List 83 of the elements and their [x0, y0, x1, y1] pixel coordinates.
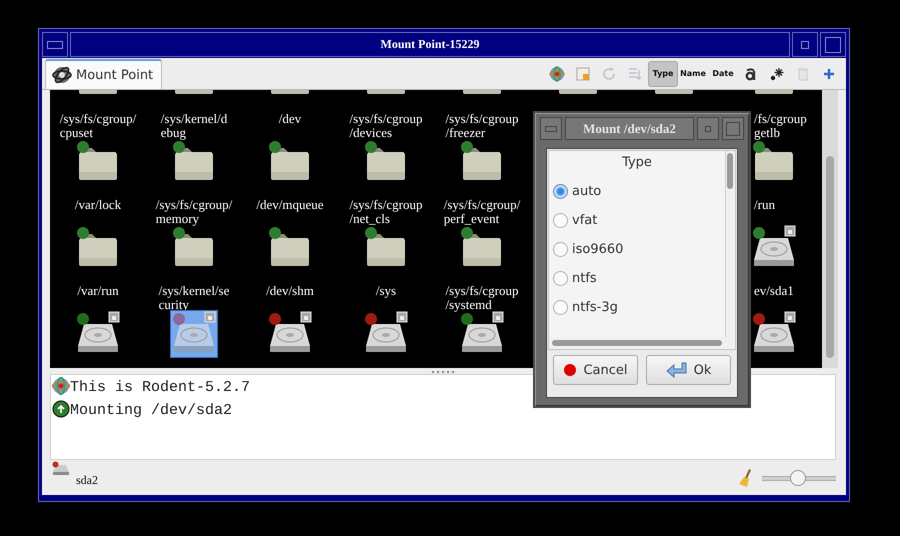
file-label: /sys — [376, 284, 396, 298]
window-menu-button[interactable] — [540, 117, 562, 140]
radio-button[interactable] — [553, 213, 568, 228]
maximize-button[interactable] — [820, 32, 846, 57]
window-menu-icon — [545, 126, 557, 132]
scrollbar-thumb[interactable] — [826, 156, 834, 358]
disk-icon[interactable] — [78, 312, 120, 352]
folder-icon[interactable] — [463, 234, 501, 266]
tab[interactable]: Mount Point — [45, 59, 162, 89]
window-menu-icon — [47, 40, 63, 48]
minimize-icon — [801, 40, 809, 48]
slider-thumb[interactable] — [790, 470, 806, 486]
file-label: /sys/fs/cgroup /net_cls — [350, 198, 422, 226]
window-title: Mount Point-15229 — [70, 32, 790, 57]
sparkle-icon[interactable] — [769, 66, 785, 82]
log-message: This is Rodent-5.2.7 — [70, 379, 250, 397]
file-label: /sys/kernel/se curity — [158, 284, 230, 312]
disk-icon[interactable] — [754, 226, 796, 266]
disk-icon[interactable] — [754, 312, 796, 352]
radio-button[interactable] — [553, 271, 568, 286]
minimize-button[interactable] — [792, 32, 818, 57]
sort-button[interactable]: Date — [708, 60, 738, 86]
cancel-button[interactable]: Cancel — [553, 355, 638, 385]
option-label: vfat — [572, 213, 598, 228]
folder-icon[interactable] — [271, 148, 309, 180]
folder-icon[interactable] — [271, 234, 309, 266]
folder-icon[interactable] — [79, 148, 117, 180]
file-label: /sys/fs/cgroup /freezer — [446, 112, 518, 140]
radio-button[interactable] — [553, 300, 568, 315]
file-label: ev/sda1 — [754, 284, 794, 298]
window-menu-button[interactable] — [42, 32, 68, 57]
device-name: sda2 — [76, 473, 98, 488]
folder-icon[interactable] — [79, 234, 117, 266]
disk-icon[interactable] — [270, 312, 312, 352]
mount-point-icon — [52, 65, 72, 85]
note-icon[interactable] — [575, 66, 591, 82]
splitter-handle[interactable] — [432, 371, 456, 374]
folder-icon[interactable] — [755, 148, 793, 180]
stop-icon — [563, 363, 578, 377]
list-header: Type — [621, 154, 653, 172]
radio-button[interactable] — [553, 184, 568, 199]
folder-icon[interactable] — [367, 148, 405, 180]
file-label: /dev/mqueue — [256, 198, 324, 212]
dialog-title: Mount /dev/sda2 — [565, 117, 694, 140]
option-label: auto — [572, 184, 602, 199]
minimize-icon — [705, 126, 711, 132]
log-message: Mounting /dev/sda2 — [70, 402, 232, 420]
maximize-icon — [726, 122, 740, 136]
file-label: /sys/kernel/d ebug — [160, 112, 228, 140]
folder-icon[interactable] — [463, 148, 501, 180]
folder-icon[interactable] — [175, 234, 213, 266]
sort-button[interactable]: Type — [648, 60, 678, 86]
return-arrow-icon — [666, 361, 688, 379]
file-label: /fs/cgroup getlb — [754, 112, 807, 140]
folder-icon[interactable] — [367, 234, 405, 266]
disk-icon[interactable] — [462, 312, 504, 352]
option-label: ntfs — [572, 271, 597, 286]
scrollbar-thumb[interactable] — [552, 340, 722, 346]
ok-button[interactable]: Ok — [646, 355, 731, 385]
atom-icon[interactable] — [549, 66, 565, 82]
file-label: /var/run — [77, 284, 119, 298]
atom-icon — [52, 377, 70, 395]
disk-icon[interactable] — [366, 312, 408, 352]
maximize-icon — [825, 36, 841, 52]
file-label: /run — [754, 198, 775, 212]
file-label: /dev/shm — [266, 284, 314, 298]
file-label: /var/lock — [74, 198, 122, 212]
broom-icon[interactable] — [738, 468, 754, 488]
file-label: /dev — [278, 112, 302, 126]
file-label: /sys/fs/cgroup /systemd — [446, 284, 518, 312]
minimize-button[interactable] — [697, 117, 719, 140]
folder-icon[interactable] — [175, 148, 213, 180]
scrollbar-thumb[interactable] — [727, 153, 733, 189]
radio-button[interactable] — [553, 242, 568, 257]
file-label: /sys/fs/cgroup /devices — [350, 112, 422, 140]
file-label: /sys/fs/cgroup/ perf_event — [444, 198, 520, 226]
option-label: iso9660 — [572, 242, 624, 257]
option-label: ntfs-3g — [572, 300, 618, 315]
file-label: /sys/fs/cgroup/ memory — [156, 198, 232, 226]
file-label: /sys/fs/cgroup/ cpuset — [60, 112, 136, 140]
scrollbar[interactable] — [822, 90, 838, 368]
sort-button[interactable]: Name — [678, 60, 708, 86]
maximize-button[interactable] — [722, 117, 744, 140]
